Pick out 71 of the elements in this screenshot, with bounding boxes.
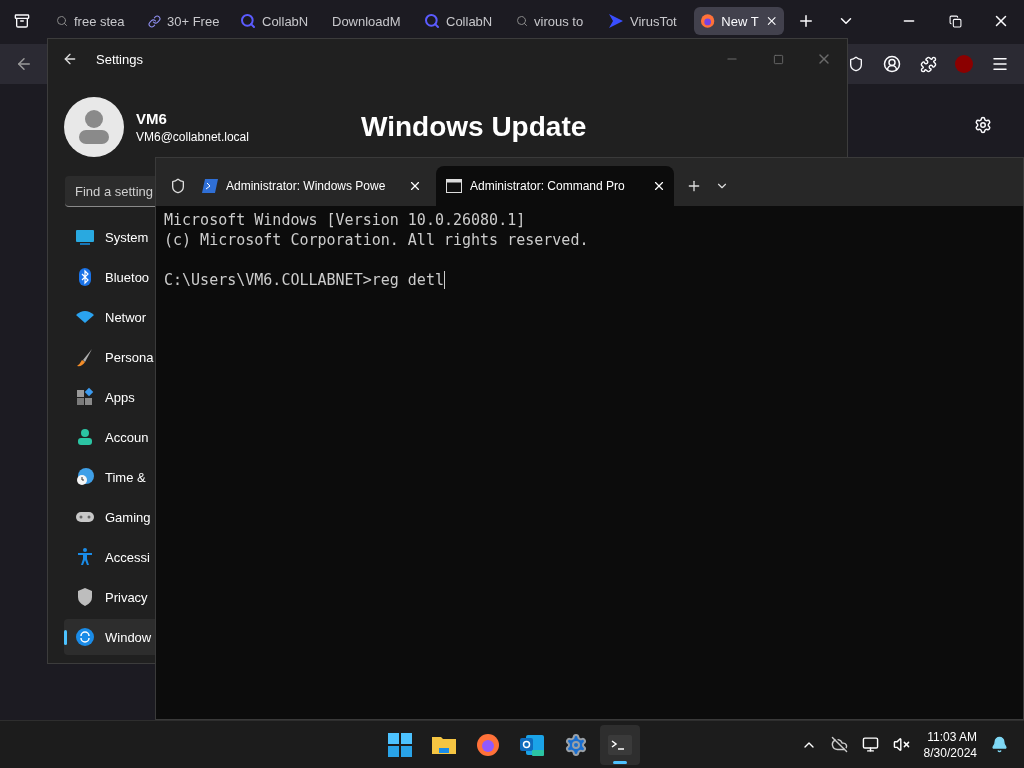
browser-tab[interactable]: New T — [694, 7, 784, 35]
windows-logo-icon — [387, 732, 413, 758]
nav-item[interactable]: Accoun — [64, 419, 155, 455]
browser-tab[interactable]: free stea — [50, 7, 140, 35]
sync-icon — [75, 627, 95, 647]
search-icon — [424, 13, 440, 29]
menu-icon[interactable] — [991, 55, 1009, 73]
powershell-icon — [202, 179, 218, 193]
terminal-tab[interactable]: Administrator: Windows Powe — [192, 166, 430, 206]
accessibility-icon — [75, 547, 95, 567]
browser-tab[interactable]: DownloadM — [326, 7, 416, 35]
notification-icon[interactable] — [991, 736, 1008, 753]
clock-time: 11:03 AM — [927, 729, 977, 744]
close-icon[interactable] — [652, 179, 666, 193]
link-icon — [148, 14, 161, 28]
command-prompt: C:\Users\VM6.COLLABNET>reg detl — [164, 270, 444, 290]
page-heading: Windows Update — [361, 111, 587, 143]
taskbar-button[interactable] — [600, 725, 640, 765]
close-icon[interactable] — [408, 179, 422, 193]
terminal-tab[interactable]: Administrator: Command Pro — [436, 166, 674, 206]
puzzle-icon[interactable] — [919, 55, 937, 73]
search-field[interactable]: Find a setting — [65, 176, 155, 207]
plus-icon[interactable] — [686, 178, 702, 194]
shield-icon — [170, 178, 186, 194]
tray-icon[interactable] — [14, 13, 30, 29]
account-icon[interactable] — [883, 55, 901, 73]
browser-tab[interactable]: CollabN — [418, 7, 508, 35]
user-name: VM6 — [136, 110, 168, 127]
console-icon — [446, 179, 462, 193]
network-icon[interactable] — [861, 736, 879, 753]
nav-item[interactable]: Window — [64, 619, 155, 655]
browser-tab[interactable]: 30+ Free — [142, 7, 232, 35]
browser-tab[interactable]: virous to — [510, 7, 600, 35]
search-icon — [56, 15, 68, 27]
shield-icon — [75, 587, 95, 607]
window-title: Settings — [96, 51, 143, 67]
settings-icon[interactable] — [974, 116, 992, 134]
person-icon — [75, 427, 95, 447]
search-icon — [240, 13, 256, 29]
avatar — [64, 97, 124, 157]
chevron-logo-icon — [608, 13, 624, 29]
restore-icon[interactable] — [948, 14, 962, 28]
maximize-icon[interactable] — [772, 53, 784, 65]
nav-item[interactable]: Bluetoo — [64, 259, 155, 295]
clock-date: 8/30/2024 — [923, 745, 977, 760]
settings-icon — [564, 733, 588, 757]
apps-icon — [75, 387, 95, 407]
browser-tab[interactable]: CollabN — [234, 7, 324, 35]
nav-item[interactable]: Apps — [64, 379, 155, 415]
firefox-icon — [700, 13, 716, 29]
cloud-off-icon[interactable] — [830, 736, 848, 753]
nav-item[interactable]: System — [64, 219, 155, 255]
plus-icon[interactable] — [797, 12, 815, 30]
terminal-icon — [607, 732, 633, 758]
nav-item[interactable]: Networ — [64, 299, 155, 335]
nav-item[interactable]: Gaming — [64, 499, 155, 535]
console-line: Microsoft Windows [Version 10.0.26080.1] — [164, 210, 527, 230]
nav-item[interactable]: Persona — [64, 339, 155, 375]
nav-item[interactable]: Privacy — [64, 579, 155, 615]
firefox-icon — [475, 732, 501, 758]
volume-muted-icon[interactable] — [892, 736, 910, 753]
clock-globe-icon — [75, 467, 95, 487]
nav-item[interactable]: Accessi — [64, 539, 155, 575]
nav-item[interactable]: Time & — [64, 459, 155, 495]
user-email: VM6@collabnet.local — [136, 130, 250, 144]
text-cursor — [443, 271, 445, 289]
search-icon — [516, 15, 528, 27]
browser-tab[interactable]: VirusTot — [602, 7, 692, 35]
console-line: (c) Microsoft Corporation. All rights reserved. — [164, 230, 590, 250]
mail-app-icon — [519, 732, 545, 758]
monitor-icon — [75, 227, 95, 247]
